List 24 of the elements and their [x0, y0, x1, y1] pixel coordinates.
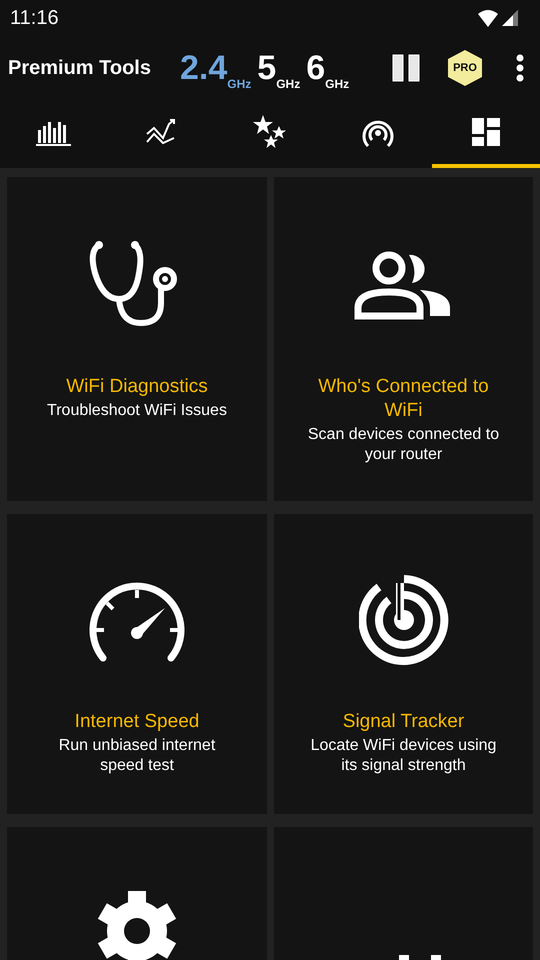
- dashboard-icon: [472, 118, 500, 146]
- tool-description: Run unbiased internet speed test: [58, 736, 216, 776]
- tool-title: Internet Speed: [74, 710, 200, 734]
- status-time: 11:16: [10, 6, 59, 30]
- cell-signal-icon: [502, 10, 518, 26]
- radar-icon: [358, 575, 448, 665]
- tool-description: Scan devices connected to your router: [306, 425, 500, 465]
- tool-card[interactable]: Who's Connected to WiFi Scan devices connected to your router: [274, 177, 533, 501]
- tool-title: Signal Tracker: [342, 710, 464, 734]
- pause-icon[interactable]: [392, 54, 420, 82]
- tool-title: Who's Connected to WiFi: [317, 375, 490, 423]
- tool-description: Locate WiFi devices using its signal strength: [310, 736, 498, 776]
- tool-card[interactable]: Internet Speed Run unbiased internet speed test: [7, 514, 267, 814]
- gear-icon: [95, 889, 179, 960]
- more-menu-icon[interactable]: [516, 54, 524, 82]
- stars-icon: [253, 115, 287, 149]
- pro-badge[interactable]: PRO: [448, 50, 482, 86]
- tool-card[interactable]: WiFi Diagnostics Troubleshoot WiFi Issues: [7, 177, 267, 501]
- trend-chart-icon: [146, 118, 178, 146]
- wifi-icon: [478, 10, 498, 26]
- tool-card[interactable]: Signal Tracker Locate WiFi devices using its signal strength: [274, 514, 533, 814]
- tool-title: WiFi Diagnostics: [66, 375, 208, 399]
- app-title: Premium Tools: [8, 56, 152, 80]
- tool-description: Troubleshoot WiFi Issues: [47, 401, 227, 421]
